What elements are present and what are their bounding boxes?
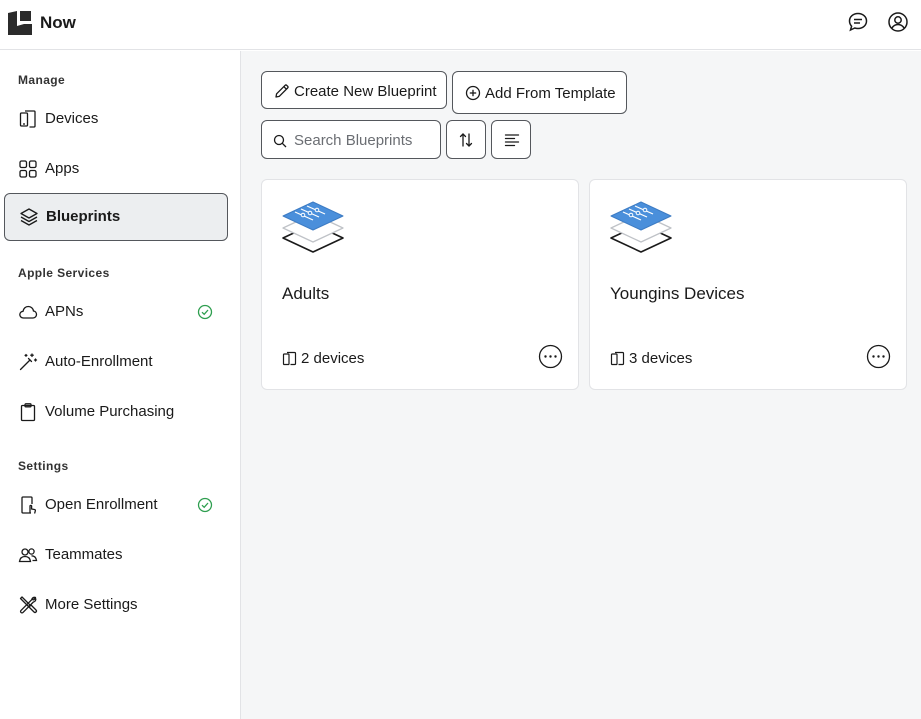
sidebar-item-open-enrollment[interactable]: Open Enrollment [4, 482, 228, 528]
sort-arrows-icon [459, 133, 473, 147]
blueprint-card[interactable]: Youngins Devices 3 devices [589, 179, 907, 390]
search-input[interactable] [294, 130, 434, 150]
account-icon[interactable] [887, 11, 909, 33]
create-blueprint-label: Create New Blueprint [294, 83, 437, 100]
sidebar-item-volume-purchasing[interactable]: Volume Purchasing [4, 389, 228, 435]
section-label-manage: Manage [18, 73, 66, 87]
sidebar-item-more-settings[interactable]: More Settings [4, 582, 228, 628]
filter-lines-icon [504, 134, 520, 147]
blueprint-layers-icon [282, 201, 344, 253]
sidebar-item-apns[interactable]: APNs [4, 289, 228, 335]
add-from-template-button[interactable]: Add From Template [452, 71, 627, 114]
apps-grid-icon [19, 160, 37, 178]
cloud-icon [19, 305, 38, 319]
chat-icon[interactable] [847, 11, 869, 33]
logo-icon [8, 11, 32, 35]
sidebar: Manage Devices Apps Blueprints Apple Ser… [0, 51, 241, 719]
sidebar-item-devices[interactable]: Devices [4, 96, 228, 142]
tools-icon [19, 596, 38, 614]
people-icon [18, 548, 38, 563]
devices-icon [282, 351, 297, 366]
check-circle-icon [197, 497, 213, 513]
clipboard-icon [20, 403, 36, 422]
magic-wand-icon [19, 353, 38, 371]
sidebar-item-teammates[interactable]: Teammates [4, 532, 228, 578]
sidebar-item-label: Devices [45, 110, 99, 127]
device-count-label: 2 devices [301, 350, 365, 367]
create-blueprint-button[interactable]: Create New Blueprint [261, 71, 447, 109]
sidebar-item-auto-enrollment[interactable]: Auto-Enrollment [4, 339, 228, 385]
phone-enroll-icon [21, 496, 37, 514]
sidebar-item-label: Apps [45, 160, 80, 177]
filter-button[interactable] [491, 120, 531, 159]
sidebar-item-label: Volume Purchasing [45, 403, 175, 420]
sidebar-item-label: Blueprints [46, 208, 121, 225]
sidebar-item-label: Auto-Enrollment [45, 353, 153, 370]
more-options-icon[interactable] [538, 344, 563, 369]
blueprint-layers-icon [610, 201, 672, 253]
blueprint-card[interactable]: Adults 2 devices [261, 179, 579, 390]
main-content: Create New Blueprint Add From Template S… [241, 51, 921, 719]
pencil-icon [275, 84, 289, 98]
sidebar-item-label: Open Enrollment [45, 496, 158, 513]
check-circle-icon [197, 304, 213, 320]
layers-icon [20, 208, 38, 226]
section-label-apple-services: Apple Services [18, 266, 110, 280]
more-options-icon[interactable] [866, 344, 891, 369]
search-icon [273, 134, 287, 148]
add-from-template-label: Add From Template [485, 85, 616, 102]
blueprint-name: Youngins Devices [610, 284, 745, 303]
section-label-settings: Settings [18, 459, 69, 473]
top-bar: Now [0, 0, 921, 50]
blueprint-name: Adults [282, 284, 330, 303]
sidebar-item-label: Teammates [45, 546, 123, 563]
devices-icon [19, 110, 36, 128]
search-box[interactable] [261, 120, 441, 159]
devices-icon [610, 351, 625, 366]
app-title: Now [40, 13, 76, 32]
sidebar-item-label: More Settings [45, 596, 138, 613]
plus-circle-icon [465, 85, 481, 101]
sidebar-item-blueprints[interactable]: Blueprints [4, 193, 228, 241]
sort-button[interactable] [446, 120, 486, 159]
device-count-label: 3 devices [629, 350, 693, 367]
sidebar-item-label: APNs [45, 303, 84, 320]
sidebar-item-apps[interactable]: Apps [4, 146, 228, 192]
